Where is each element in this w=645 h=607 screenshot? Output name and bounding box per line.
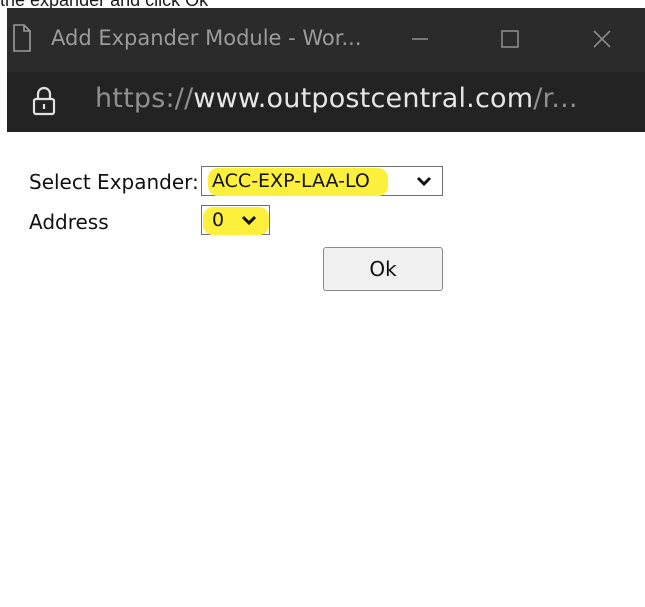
expander-select[interactable]: ACC-EXP-LAA-LO <box>201 166 443 196</box>
address-select[interactable]: 0 <box>201 205 270 235</box>
url-path: /r... <box>533 83 578 114</box>
url-scheme: https:// <box>95 83 194 114</box>
close-button[interactable] <box>581 20 623 58</box>
document-icon <box>13 24 31 52</box>
close-icon <box>593 30 611 48</box>
address-label: Address <box>29 210 109 234</box>
maximize-button[interactable] <box>489 20 531 58</box>
minimize-button[interactable] <box>399 20 441 58</box>
expander-selected-value: ACC-EXP-LAA-LO <box>212 170 370 192</box>
chevron-down-icon <box>241 215 257 226</box>
window-title: Add Expander Module - Wor... <box>51 26 362 50</box>
window-titlebar: Add Expander Module - Wor... <box>7 8 645 72</box>
page-content: Select Expander: ACC-EXP-LAA-LO Address … <box>0 132 645 607</box>
address-selected-value: 0 <box>212 209 225 231</box>
ok-button[interactable]: Ok <box>323 247 443 291</box>
url-text: https://www.outpostcentral.com/r... <box>95 83 578 114</box>
address-bar[interactable]: https://www.outpostcentral.com/r... <box>7 72 645 132</box>
caption-text: the expander and click Ok <box>0 0 209 10</box>
lock-icon <box>32 86 56 116</box>
chevron-down-icon <box>416 176 432 187</box>
select-expander-label: Select Expander: <box>29 170 199 194</box>
minimize-icon <box>412 38 428 40</box>
maximize-icon <box>501 30 519 48</box>
url-host: www.outpostcentral.com <box>193 83 534 114</box>
